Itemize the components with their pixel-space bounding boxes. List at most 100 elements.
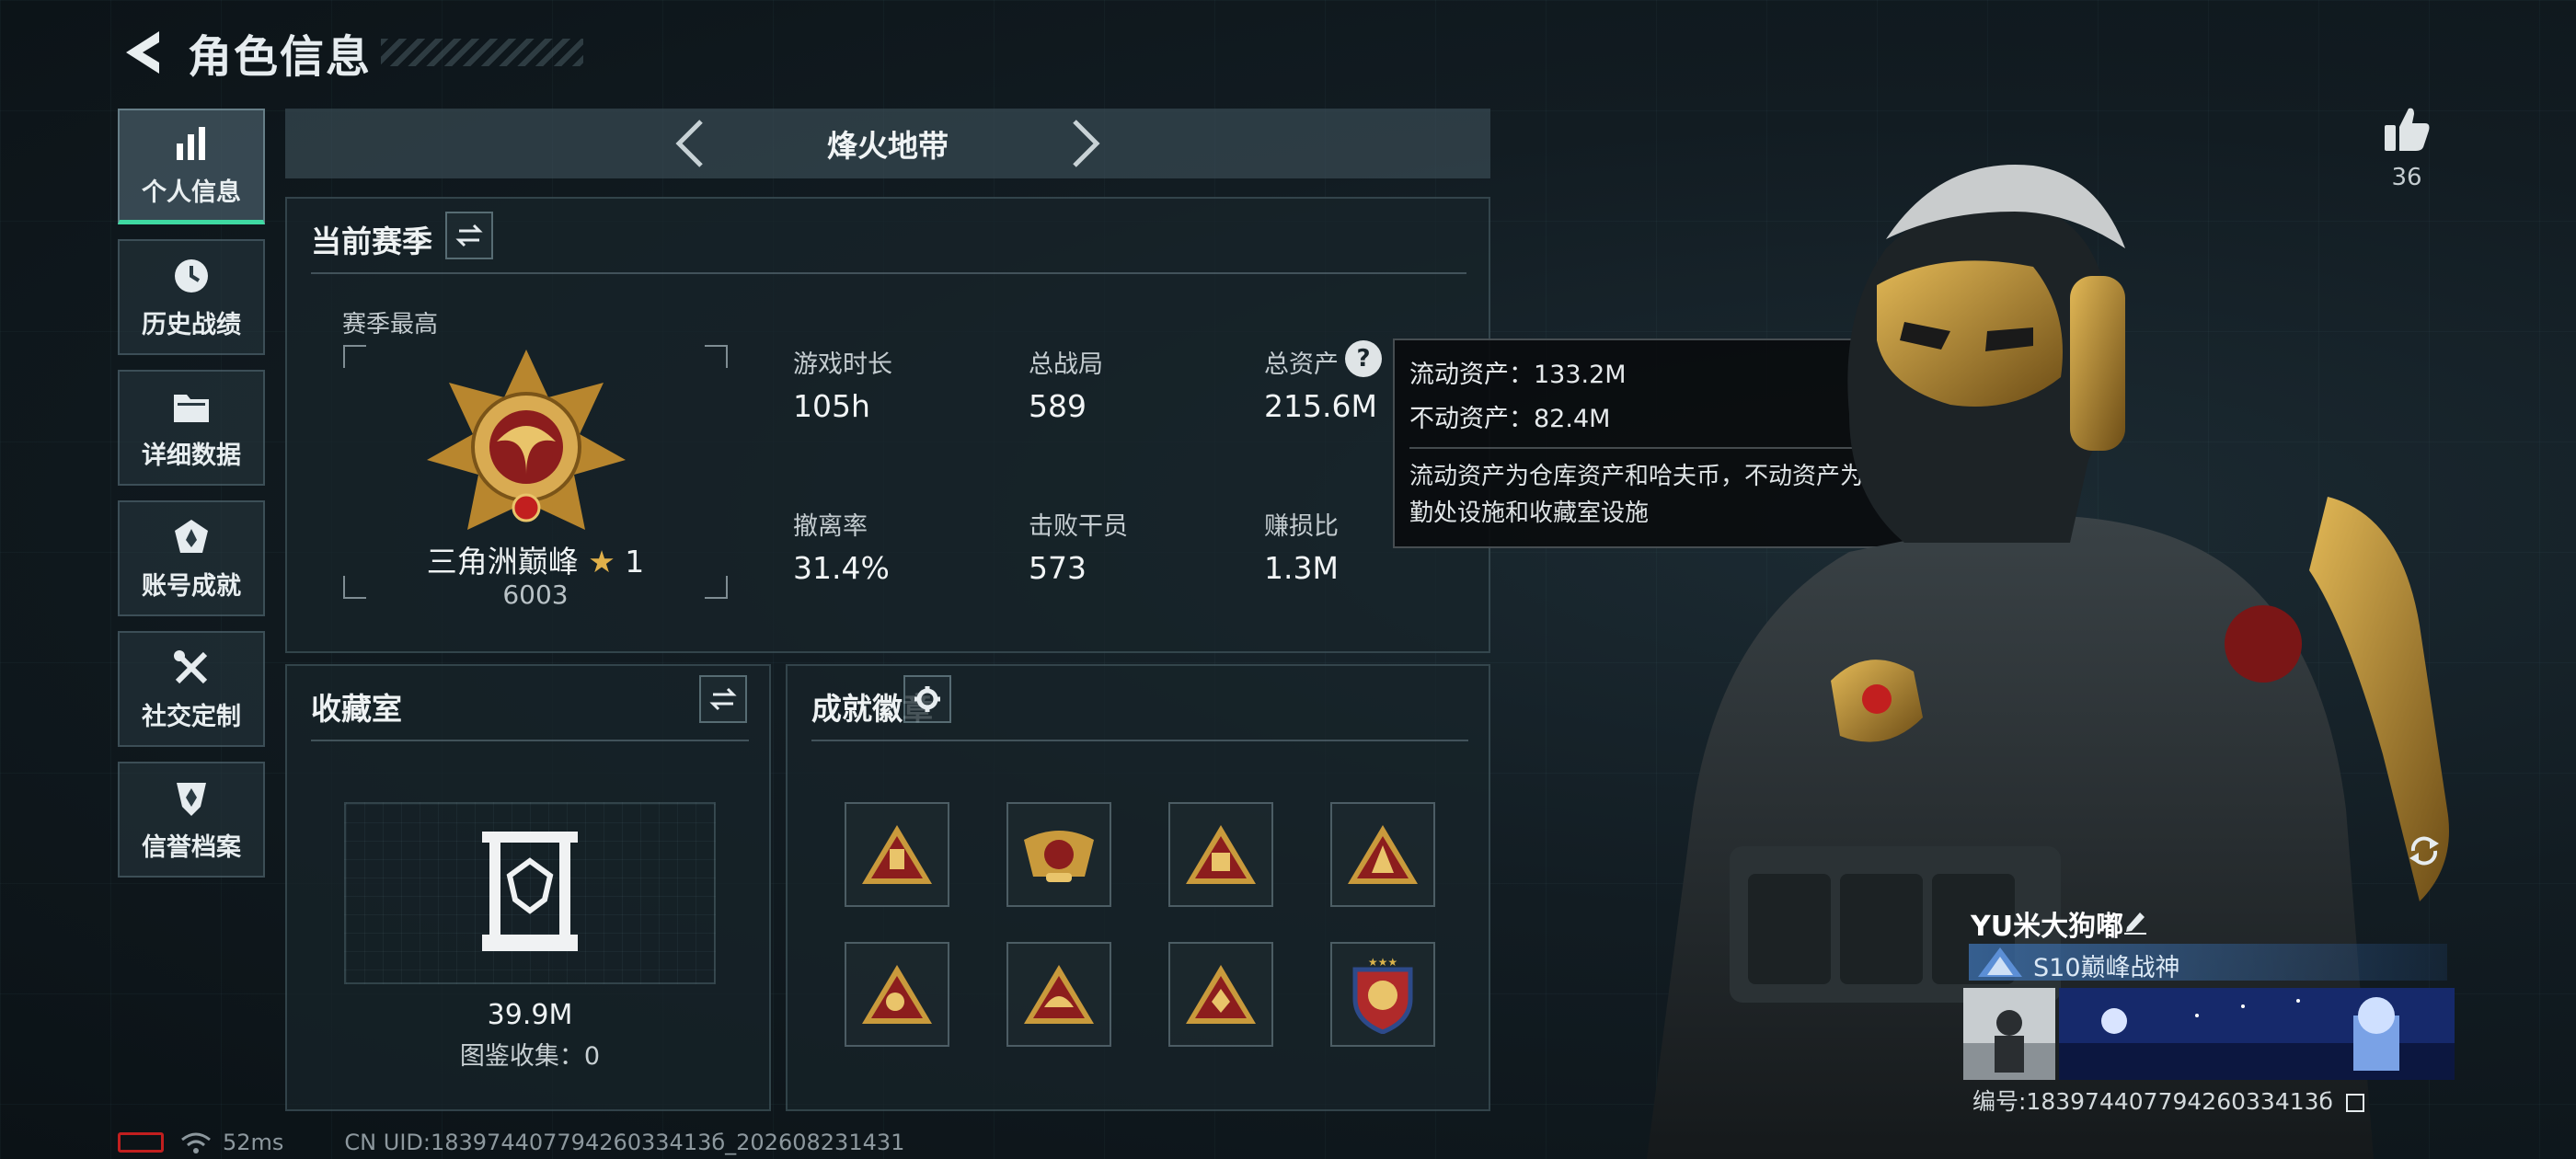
battery-icon: [118, 1132, 164, 1153]
mode-selector: 烽火地带: [285, 109, 1490, 178]
achievement-icon: [170, 516, 213, 558]
achievement-badge[interactable]: [1168, 802, 1273, 907]
copy-icon[interactable]: [2345, 1094, 2364, 1112]
shield-icon: [170, 777, 213, 820]
sidebar-item-details[interactable]: 详细数据: [118, 370, 265, 486]
rank-score: 6003: [502, 580, 569, 610]
sidebar-item-personal-info[interactable]: 个人信息: [118, 109, 265, 224]
sidebar-item-history[interactable]: 历史战绩: [118, 239, 265, 355]
sidebar-item-label: 历史战绩: [142, 310, 241, 339]
sidebar-item-label: 账号成就: [142, 571, 241, 601]
stat-value-matches: 589: [1029, 388, 1087, 424]
rank-emblem-icon: [427, 350, 626, 530]
stat-value-kills: 573: [1029, 550, 1087, 586]
clock-icon: [170, 255, 213, 297]
collection-value: 39.9M: [487, 999, 573, 1031]
achievement-badge[interactable]: [1168, 942, 1273, 1047]
rank-stars: 1: [625, 544, 645, 580]
sidebar-item-label: 社交定制: [142, 702, 241, 731]
sidebar-item-achievements[interactable]: 账号成就: [118, 500, 265, 616]
stat-label-playtime: 游戏时长: [793, 350, 892, 379]
stat-value-assets: 215.6M: [1264, 388, 1377, 424]
collection-panel: 收藏室 39.9M 图鉴收集：0: [285, 664, 771, 1111]
collection-switch-button[interactable]: [699, 675, 747, 723]
stat-value-extract-rate: 31.4%: [793, 550, 890, 586]
profile-card: YU米大狗嘟 S10巅峰战神: [1960, 890, 2456, 1084]
star-icon: ★: [588, 544, 615, 580]
badge-5-icon: [862, 965, 932, 1024]
rank-name-row: 三角洲巅峰 ★ 1: [287, 537, 784, 581]
uid-text: CN UID:18397440779426033413б_20260823143…: [344, 1130, 905, 1155]
header: 角色信息: [120, 20, 584, 85]
page-title: 角色信息: [188, 31, 373, 83]
stat-label-extract-rate: 撤离率: [793, 512, 868, 541]
player-id: 编号:18397440779426033413б: [1972, 1084, 2364, 1117]
profile-banner[interactable]: [2059, 988, 2455, 1080]
achievement-badge[interactable]: [1330, 802, 1435, 907]
back-arrow-icon: [126, 31, 159, 74]
rotate-icon: [2409, 836, 2439, 866]
achievement-badge[interactable]: [1006, 942, 1111, 1047]
badge-7-icon: [1186, 965, 1256, 1024]
player-name: YU米大狗嘟: [1971, 911, 2124, 943]
player-title: S10巅峰战神: [2033, 954, 2180, 982]
achievement-badge[interactable]: [845, 942, 949, 1047]
stat-label-profit-ratio: 赚损比: [1264, 512, 1339, 541]
rank-name: 三角洲巅峰: [426, 544, 579, 580]
stat-label-assets: 总资产: [1264, 350, 1339, 379]
achievement-badge[interactable]: ★★★: [1330, 942, 1435, 1047]
back-button[interactable]: [120, 27, 166, 78]
title-emblem-icon: [1978, 947, 2022, 977]
season-highest-label: 赛季最高: [342, 311, 439, 339]
badge-2-icon: [1024, 831, 1094, 882]
badge-3-icon: [1186, 825, 1256, 884]
like-count: 36: [2391, 164, 2422, 191]
sidebar-item-label: 个人信息: [142, 178, 241, 207]
svg-text:★★★: ★★★: [1368, 956, 1397, 969]
wifi-icon: [181, 1132, 211, 1153]
sidebar-item-label: 详细数据: [142, 441, 241, 470]
stat-value-profit-ratio: 1.3M: [1264, 550, 1339, 586]
season-panel: 当前赛季 赛季最高 三角洲巅峰 ★ 1 6003 游戏时长 105h 总战局 5…: [285, 197, 1490, 653]
next-mode-button[interactable]: [1067, 118, 1104, 169]
badge-4-icon: [1348, 825, 1418, 884]
rotate-model-button[interactable]: [2401, 828, 2447, 874]
swap-icon: [709, 687, 737, 711]
achievement-badge[interactable]: [845, 802, 949, 907]
stat-value-playtime: 105h: [793, 388, 870, 424]
divider: [311, 272, 1466, 274]
catalog-count: 图鉴收集：0: [459, 1042, 601, 1071]
badge-6-icon: [1024, 965, 1094, 1024]
gear-icon: [914, 686, 940, 712]
folder-icon: [170, 385, 213, 428]
badge-1-icon: [862, 825, 932, 884]
bar-chart-icon: [170, 122, 213, 165]
edit-icon[interactable]: [2122, 907, 2149, 935]
season-title: 当前赛季: [311, 224, 432, 259]
divider: [311, 740, 749, 741]
player-id-text: 编号:18397440779426033413б: [1972, 1088, 2333, 1115]
achievement-settings-button[interactable]: [903, 675, 951, 723]
swap-icon: [455, 224, 483, 247]
thumbs-up-icon[interactable]: [2381, 103, 2432, 155]
prev-mode-button[interactable]: [672, 118, 708, 169]
tools-icon: [170, 647, 213, 689]
sidebar: 个人信息 历史战绩 详细数据 账号成就 社交定制 信誉档案: [118, 109, 265, 892]
like-widget[interactable]: 36: [2381, 103, 2432, 191]
mode-name: 烽火地带: [827, 128, 949, 164]
badge-8-icon: ★★★: [1352, 956, 1413, 1034]
title-decoration: [381, 39, 584, 66]
status-bar: 52ms CN UID:18397440779426033413б_202608…: [118, 1130, 904, 1155]
ping: 52ms: [223, 1130, 284, 1155]
stat-label-kills: 击败干员: [1029, 512, 1128, 541]
sidebar-item-reputation[interactable]: 信誉档案: [118, 762, 265, 878]
divider: [811, 740, 1468, 741]
assets-help-button[interactable]: ?: [1345, 340, 1382, 377]
avatar[interactable]: [1963, 988, 2055, 1080]
stat-label-matches: 总战局: [1029, 350, 1103, 379]
question-icon: ?: [1356, 345, 1371, 373]
achievement-badge[interactable]: [1006, 802, 1111, 907]
sidebar-item-social[interactable]: 社交定制: [118, 631, 265, 747]
display-case-icon: [482, 832, 578, 951]
season-switch-button[interactable]: [445, 212, 493, 259]
